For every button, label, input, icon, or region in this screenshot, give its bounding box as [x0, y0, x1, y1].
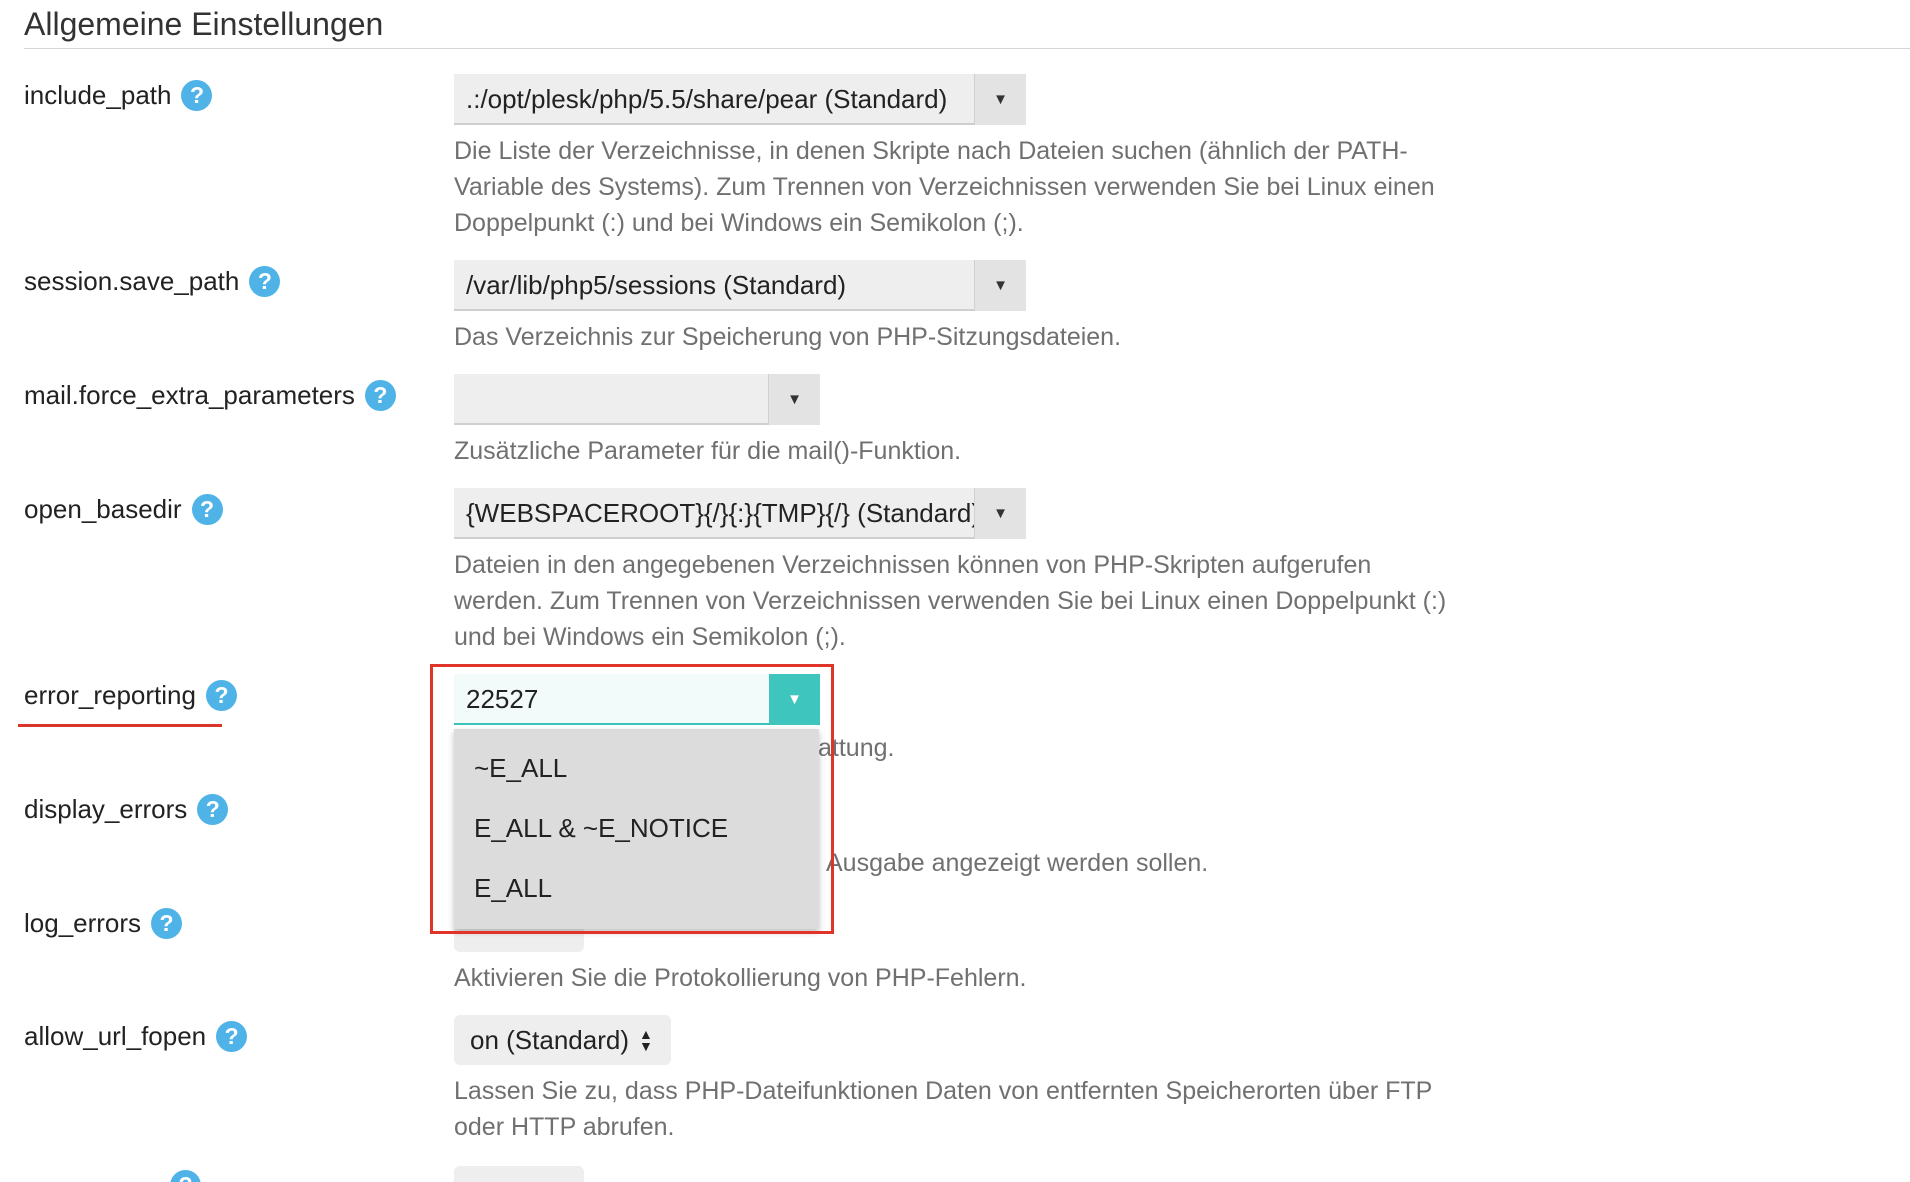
label-text: include_path	[24, 80, 172, 110]
chevron-down-icon[interactable]: ▼	[974, 260, 1026, 311]
setting-label-include-path: include_path ?	[24, 80, 213, 111]
updown-arrows-icon[interactable]: ▲ ▼	[639, 1027, 653, 1053]
setting-description: Zusätzliche Parameter für die mail()-Fun…	[454, 437, 962, 465]
next-setting-select[interactable]	[454, 1166, 584, 1182]
help-icon[interactable]: ?	[216, 1021, 248, 1052]
setting-label-error-reporting: error_reporting ?	[24, 680, 237, 711]
chevron-down-icon[interactable]: ▼	[974, 74, 1026, 125]
section-header: Allgemeine Einstellungen	[0, 0, 1910, 49]
setting-description: Lassen Sie zu, dass PHP-Dateifunktionen …	[454, 1077, 1432, 1141]
include-path-combobox[interactable]: .:/opt/plesk/php/5.5/share/pear (Standar…	[454, 74, 1026, 125]
combobox-value[interactable]: /var/lib/php5/sessions (Standard)	[454, 260, 974, 311]
setting-description: Aktivieren Sie die Protokollierung von P…	[454, 964, 1027, 992]
help-icon[interactable]: ?	[205, 680, 237, 711]
setting-description: Das Verzeichnis zur Speicherung von PHP-…	[454, 323, 1122, 351]
setting-label-mail-force-extra-parameters: mail.force_extra_parameters ?	[24, 380, 396, 411]
select-value[interactable]: on (Standard)	[470, 1025, 629, 1056]
setting-label-display-errors: display_errors ?	[24, 794, 229, 825]
help-icon[interactable]: ?	[181, 80, 213, 111]
label-text: open_basedir	[24, 494, 182, 524]
combobox-value[interactable]: .:/opt/plesk/php/5.5/share/pear (Standar…	[454, 74, 974, 125]
mail-force-extra-parameters-combobox[interactable]: ▼	[454, 374, 820, 425]
chevron-down-icon[interactable]: ▼	[974, 488, 1026, 539]
label-text: display_errors	[24, 794, 188, 824]
setting-description-partial: Ausgabe angezeigt werden sollen.	[826, 849, 1209, 877]
combobox-value[interactable]: {WEBSPACEROOT}{/}{:}{TMP}{/} (Standard)	[454, 488, 974, 539]
highlight-box	[430, 664, 834, 934]
section-title: Allgemeine Einstellungen	[24, 6, 384, 42]
setting-label-log-errors: log_errors ?	[24, 908, 183, 939]
open-basedir-combobox[interactable]: {WEBSPACEROOT}{/}{:}{TMP}{/} (Standard) …	[454, 488, 1026, 539]
setting-label-session-save-path: session.save_path ?	[24, 266, 281, 297]
setting-description: Die Liste der Verzeichnisse, in denen Sk…	[454, 137, 1435, 237]
label-text: allow_url_fopen	[24, 1021, 207, 1051]
label-text: log_errors	[24, 908, 142, 938]
help-icon[interactable]: ?	[197, 794, 229, 825]
setting-label-allow-url-fopen: allow_url_fopen ?	[24, 1021, 248, 1052]
combobox-value[interactable]	[454, 374, 768, 425]
setting-description: Dateien in den angegebenen Verzeichnisse…	[454, 551, 1447, 651]
session-save-path-combobox[interactable]: /var/lib/php5/sessions (Standard) ▼	[454, 260, 1026, 311]
help-icon[interactable]: ?	[249, 266, 281, 297]
section-divider	[24, 48, 1910, 49]
label-text: session.save_path	[24, 266, 240, 296]
help-icon[interactable]: ?	[170, 1170, 201, 1182]
setting-label-open-basedir: open_basedir ?	[24, 494, 223, 525]
help-icon[interactable]: ?	[364, 380, 396, 411]
allow-url-fopen-select[interactable]: on (Standard) ▲ ▼	[454, 1015, 671, 1065]
label-text: error_reporting	[24, 680, 196, 710]
label-text: mail.force_extra_parameters	[24, 380, 355, 410]
chevron-down-icon[interactable]: ▼	[768, 374, 820, 425]
help-icon[interactable]: ?	[151, 908, 183, 939]
error-underline	[18, 724, 222, 727]
help-icon[interactable]: ?	[191, 494, 223, 525]
